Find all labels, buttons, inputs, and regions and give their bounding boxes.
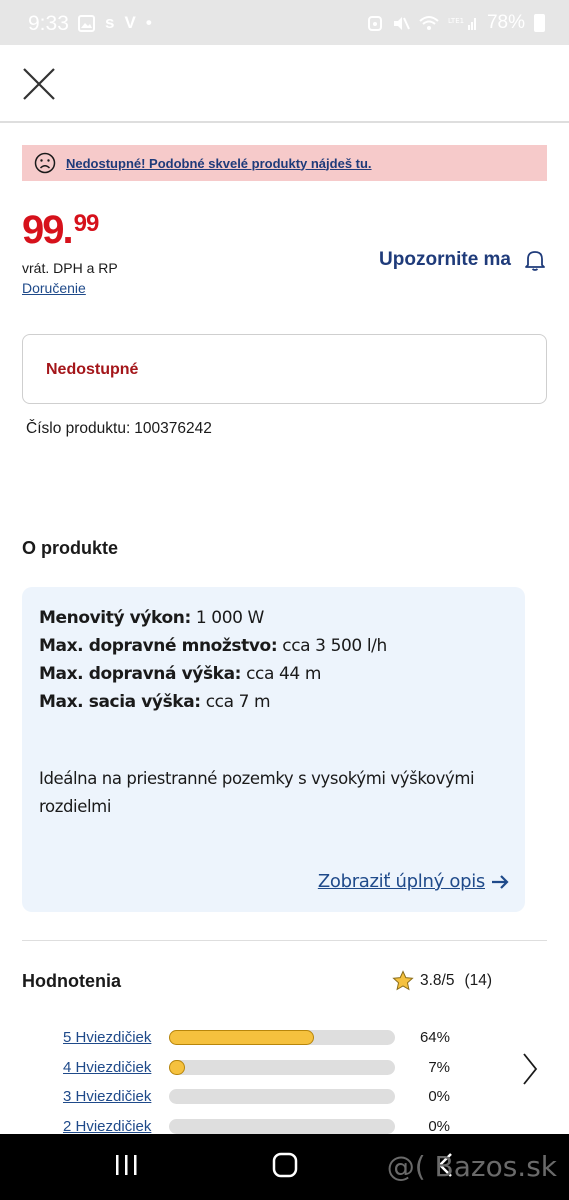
spec-row: Max. dopravná výška: cca 44 m	[39, 664, 321, 684]
svg-text:LTE1: LTE1	[448, 17, 464, 25]
rating-row-label[interactable]: 2 Hviezdičiek	[63, 1118, 151, 1135]
notify-me-button[interactable]: Upozornite ma	[379, 248, 547, 272]
divider	[22, 940, 547, 941]
spec-value: 1 000 W	[195, 608, 264, 628]
vat-note: vrát. DPH a RP	[22, 260, 118, 276]
spec-name: Max. dopravné množstvo:	[39, 636, 278, 656]
battery-percent: 78%	[486, 12, 525, 33]
rating-summary: 3.8/5 (14)	[392, 970, 492, 992]
status-right-icons: LTE1 78%	[367, 12, 545, 34]
close-icon[interactable]	[22, 67, 56, 101]
alert-link[interactable]: Nedostupné! Podobné skvelé produkty nájd…	[66, 156, 372, 171]
rating-row-label[interactable]: 4 Hviezdičiek	[63, 1059, 151, 1076]
spec-value: cca 44 m	[246, 664, 321, 684]
top-app-bar	[0, 45, 569, 123]
rating-bar-track	[169, 1119, 395, 1134]
rating-average: 3.8/5	[420, 972, 455, 989]
sad-face-icon	[34, 152, 56, 174]
status-bar: 9:33 s V • LTE1 78%	[0, 0, 569, 45]
rating-row: 3 Hviezdičiek 0%	[63, 1087, 463, 1107]
price-integer: 99	[22, 208, 64, 252]
availability-box: Nedostupné	[22, 334, 547, 404]
rating-bar-fill	[169, 1060, 185, 1075]
price-cents: 99	[73, 210, 100, 237]
status-glyph-dot: •	[145, 13, 152, 32]
watermark: @( Bazos.sk	[386, 1150, 557, 1183]
status-glyph-s: s	[105, 13, 115, 32]
rating-row-label[interactable]: 3 Hviezdičiek	[63, 1088, 151, 1105]
description-text: Ideálna na priestranné pozemky s vysokým…	[39, 769, 475, 816]
ratings-title: Hodnotenia	[22, 971, 121, 991]
rating-row: 5 Hviezdičiek 64%	[63, 1028, 463, 1048]
spec-value: cca 7 m	[205, 692, 271, 712]
price-separator: .	[62, 208, 74, 252]
spec-row: Max. sacia výška: cca 7 m	[39, 692, 271, 712]
spec-name: Menovitý výkon:	[39, 608, 191, 628]
product-number-label: Číslo produktu:	[26, 420, 131, 437]
status-left-icons: s V •	[78, 14, 152, 32]
unavailable-alert[interactable]: Nedostupné! Podobné skvelé produkty nájd…	[22, 145, 547, 181]
rating-bar-track	[169, 1060, 395, 1075]
chevron-right-icon[interactable]	[521, 1052, 539, 1086]
home-icon[interactable]	[272, 1152, 298, 1178]
spec-name: Max. sacia výška:	[39, 692, 201, 712]
rating-count: (14)	[464, 972, 493, 989]
rating-bar-track	[169, 1089, 395, 1104]
star-icon	[392, 970, 414, 991]
spec-value: cca 3 500 l/h	[282, 636, 387, 656]
rating-bar-fill	[169, 1030, 314, 1045]
price: 99 . 99	[22, 208, 100, 252]
spec-row: Menovitý výkon: 1 000 W	[39, 608, 264, 628]
rating-row-percent: 7%	[428, 1059, 450, 1076]
rating-row-percent: 0%	[428, 1088, 450, 1105]
gallery-icon	[78, 14, 95, 32]
alarm-icon	[367, 15, 382, 31]
product-number-value: 100376242	[134, 420, 212, 437]
show-full-description-label: Zobraziť úplný opis	[317, 871, 485, 892]
wifi-icon	[419, 16, 439, 30]
description-card: Menovitý výkon: 1 000 W Max. dopravné mn…	[22, 587, 525, 912]
notify-me-label: Upozornite ma	[379, 249, 511, 270]
mute-icon	[393, 16, 410, 30]
battery-icon	[534, 14, 545, 32]
rating-row-percent: 64%	[419, 1029, 450, 1046]
about-title: O produkte	[22, 538, 119, 558]
product-number: Číslo produktu: 100376242	[22, 420, 212, 438]
spec-name: Max. dopravná výška:	[39, 664, 242, 684]
availability-status: Nedostupné	[46, 361, 139, 378]
status-glyph-v: V	[124, 13, 136, 32]
rating-row-percent: 0%	[428, 1118, 450, 1135]
show-full-description-link[interactable]: Zobraziť úplný opis	[318, 871, 509, 892]
signal-icon: LTE1	[448, 17, 476, 30]
recents-icon[interactable]	[114, 1152, 138, 1178]
bell-icon	[525, 251, 545, 271]
spec-row: Max. dopravné množstvo: cca 3 500 l/h	[39, 636, 387, 656]
rating-row: 4 Hviezdičiek 7%	[63, 1058, 463, 1078]
rating-row-label[interactable]: 5 Hviezdičiek	[63, 1029, 151, 1046]
delivery-link[interactable]: Doručenie	[22, 280, 86, 296]
arrow-right-icon	[492, 874, 509, 889]
rating-bar-track	[169, 1030, 395, 1045]
status-time: 9:33	[28, 12, 69, 35]
